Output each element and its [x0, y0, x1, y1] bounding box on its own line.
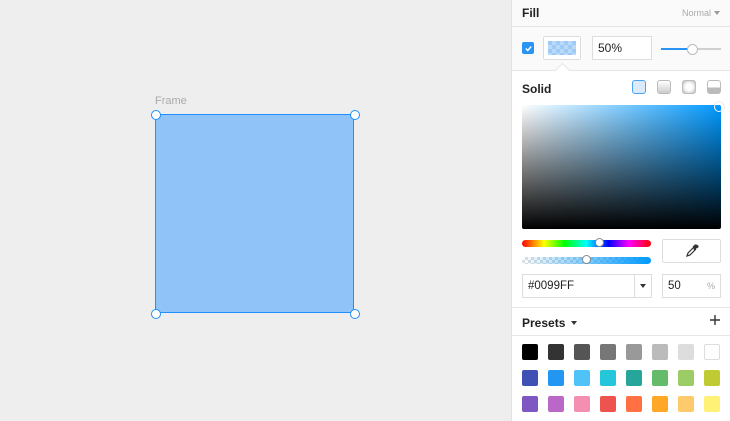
resize-handle-top-left[interactable] [151, 110, 161, 120]
plus-icon [710, 315, 720, 325]
eyedropper-button[interactable] [662, 239, 721, 263]
preset-swatch[interactable] [652, 344, 668, 360]
preset-swatch[interactable] [678, 370, 694, 386]
linear-gradient-button[interactable] [657, 80, 671, 94]
alpha-unit: % [706, 281, 715, 291]
preset-swatch[interactable] [522, 344, 538, 360]
alpha-slider-knob[interactable] [582, 255, 591, 264]
fill-title: Fill [522, 6, 540, 20]
add-preset-button[interactable] [709, 312, 721, 329]
alpha-slider[interactable] [522, 255, 651, 264]
blend-mode-label: Normal [681, 8, 711, 18]
preset-swatch[interactable] [600, 396, 616, 412]
check-icon [524, 45, 532, 52]
preset-swatch[interactable] [522, 370, 538, 386]
fill-row: 50% [512, 26, 730, 70]
hex-value: #0099FF [528, 280, 575, 292]
saturation-value-area[interactable] [522, 102, 724, 229]
fill-color-swatch[interactable] [543, 36, 581, 60]
preset-swatch[interactable] [678, 396, 694, 412]
fill-mode-label: Solid [522, 82, 552, 96]
image-fill-button[interactable] [707, 80, 721, 94]
preset-swatch[interactable] [626, 396, 642, 412]
hue-slider[interactable] [522, 238, 651, 247]
radial-gradient-button[interactable] [682, 80, 696, 94]
preset-swatch[interactable] [600, 344, 616, 360]
preset-swatch[interactable] [600, 370, 616, 386]
saturation-value-knob[interactable] [714, 102, 724, 112]
frame-layer[interactable] [155, 114, 354, 313]
hex-color-input[interactable]: #0099FF [522, 274, 652, 298]
hue-slider-knob[interactable] [594, 238, 604, 247]
preset-swatch[interactable] [626, 344, 642, 360]
presets-dropdown[interactable]: Presets [522, 316, 578, 330]
blend-mode-dropdown[interactable]: Normal [682, 8, 720, 18]
preset-swatch[interactable] [548, 396, 564, 412]
preset-swatch-grid [522, 344, 722, 412]
preset-swatch[interactable] [626, 370, 642, 386]
resize-handle-top-right[interactable] [350, 110, 360, 120]
preset-swatch[interactable] [652, 370, 668, 386]
eyedropper-icon [685, 244, 699, 257]
opacity-slider[interactable] [661, 44, 721, 55]
opacity-input[interactable]: 50% [592, 36, 652, 60]
opacity-slider-knob[interactable] [686, 44, 698, 55]
swatch-preview [548, 41, 576, 55]
chevron-down-icon [571, 321, 578, 325]
preset-swatch[interactable] [704, 396, 720, 412]
preset-swatch[interactable] [548, 344, 564, 360]
presets-label: Presets [522, 316, 566, 330]
solid-fill-button[interactable] [632, 80, 646, 94]
preset-swatch[interactable] [574, 370, 590, 386]
fill-header: Fill Normal [522, 0, 720, 26]
frame-label[interactable]: Frame [155, 95, 187, 107]
preset-swatch[interactable] [704, 344, 720, 360]
preset-swatch[interactable] [574, 396, 590, 412]
alpha-value: 50 [668, 280, 681, 292]
fill-enabled-checkbox[interactable] [522, 42, 534, 54]
chevron-down-icon [714, 11, 720, 15]
preset-swatch[interactable] [522, 396, 538, 412]
preset-swatch[interactable] [678, 344, 694, 360]
color-picker-popover: Solid #0099FF 50 % Presets [512, 62, 730, 421]
fill-panel: Fill Normal 50% Solid #0099FF 50 % Prese… [511, 0, 730, 421]
divider [512, 307, 730, 308]
canvas[interactable]: Frame [0, 0, 511, 421]
color-format-dropdown[interactable] [634, 275, 651, 297]
alpha-input[interactable]: 50 % [662, 274, 721, 298]
preset-swatch[interactable] [652, 396, 668, 412]
preset-swatch[interactable] [548, 370, 564, 386]
preset-swatch[interactable] [574, 344, 590, 360]
divider [512, 335, 730, 336]
resize-handle-bottom-left[interactable] [151, 309, 161, 319]
resize-handle-bottom-right[interactable] [350, 309, 360, 319]
chevron-down-icon [640, 284, 646, 288]
preset-swatch[interactable] [704, 370, 720, 386]
